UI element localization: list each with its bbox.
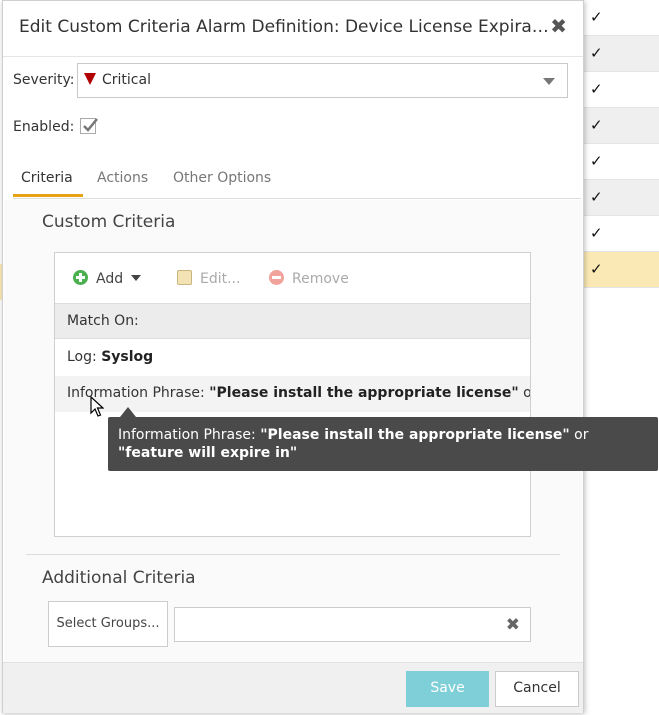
criteria-tooltip: Information Phrase: "Please install the … <box>108 417 658 471</box>
checkmark-icon <box>83 118 98 132</box>
minus-icon <box>269 270 284 285</box>
additional-criteria-title: Additional Criteria <box>42 568 196 588</box>
criteria-row-log[interactable]: Log: Syslog <box>55 340 530 376</box>
enabled-label: Enabled: <box>13 119 75 135</box>
checkmark-icon: ✓ <box>590 152 603 170</box>
tooltip-value-2: "feature will expire in" <box>118 445 298 461</box>
add-button[interactable]: Add <box>73 270 142 287</box>
tooltip-arrow <box>120 407 136 417</box>
enabled-checkbox[interactable] <box>80 118 98 134</box>
checkmark-icon: ✓ <box>590 224 603 242</box>
table-row[interactable]: ✓ <box>584 36 659 72</box>
tooltip-label: Information Phrase: <box>118 427 261 443</box>
checkmark-icon: ✓ <box>590 116 603 134</box>
log-value: Syslog <box>101 349 154 365</box>
table-row[interactable]: ✓ <box>584 0 659 36</box>
save-button[interactable]: Save <box>406 671 489 707</box>
phrase-suffix: or ... <box>523 385 530 401</box>
table-row-highlighted[interactable]: ✓ <box>584 252 659 288</box>
severity-dropdown[interactable]: Critical <box>77 63 568 98</box>
remove-button[interactable]: Remove <box>269 270 349 287</box>
close-icon[interactable]: ✖ <box>550 16 567 36</box>
table-row[interactable]: ✓ <box>584 108 659 144</box>
edit-label: Edit... <box>200 271 241 287</box>
chevron-down-icon <box>131 275 142 281</box>
alarm-definition-dialog: Edit Custom Criteria Alarm Definition: D… <box>2 0 584 713</box>
tab-other-options[interactable]: Other Options <box>173 170 271 186</box>
phrase-label: Information Phrase: <box>67 385 210 401</box>
match-on-header: Match On: <box>55 303 530 339</box>
tab-criteria[interactable]: Criteria <box>21 170 73 186</box>
table-row[interactable]: ✓ <box>584 72 659 108</box>
edit-button[interactable]: Edit... <box>177 270 240 287</box>
cancel-button[interactable]: Cancel <box>495 671 579 707</box>
active-tab-indicator <box>13 194 83 197</box>
select-groups-button[interactable]: Select Groups... <box>48 601 168 647</box>
table-row[interactable]: ✓ <box>584 180 659 216</box>
tooltip-or: or <box>569 427 589 443</box>
plus-icon <box>73 270 88 285</box>
dialog-header: Edit Custom Criteria Alarm Definition: D… <box>3 1 583 57</box>
mouse-pointer-icon <box>90 396 104 417</box>
critical-triangle-icon <box>84 73 96 85</box>
tooltip-value-1: "Please install the appropriate license" <box>260 427 570 443</box>
phrase-value: "Please install the appropriate license" <box>209 385 519 401</box>
add-label: Add <box>96 271 124 287</box>
clear-icon[interactable]: ✖ <box>506 615 520 635</box>
table-row[interactable]: ✓ <box>584 144 659 180</box>
dialog-footer: Save Cancel <box>3 662 583 713</box>
remove-label: Remove <box>292 271 349 287</box>
dialog-title: Edit Custom Criteria Alarm Definition: D… <box>19 17 549 37</box>
table-row[interactable]: ✓ <box>584 216 659 252</box>
custom-criteria-box: Add Edit... Remove Match On: Log: Syslog… <box>54 252 531 537</box>
criteria-toolbar: Add Edit... Remove <box>55 253 530 303</box>
chevron-down-icon <box>543 78 555 85</box>
custom-criteria-title: Custom Criteria <box>42 212 176 232</box>
tab-actions[interactable]: Actions <box>97 170 148 186</box>
checkmark-icon: ✓ <box>590 260 603 278</box>
background-table: ✓ ✓ ✓ ✓ ✓ ✓ ✓ ✓ <box>584 0 659 300</box>
tab-bar: Criteria Actions Other Options <box>13 161 581 199</box>
section-divider <box>26 554 560 555</box>
checkmark-icon: ✓ <box>590 8 603 26</box>
edit-icon <box>177 270 192 285</box>
severity-label: Severity: <box>13 72 75 88</box>
severity-value: Critical <box>102 72 151 88</box>
checkmark-icon: ✓ <box>590 44 603 62</box>
checkmark-icon: ✓ <box>590 80 603 98</box>
checkmark-icon: ✓ <box>590 188 603 206</box>
groups-field[interactable]: ✖ <box>174 607 531 642</box>
log-label: Log: <box>67 349 102 365</box>
